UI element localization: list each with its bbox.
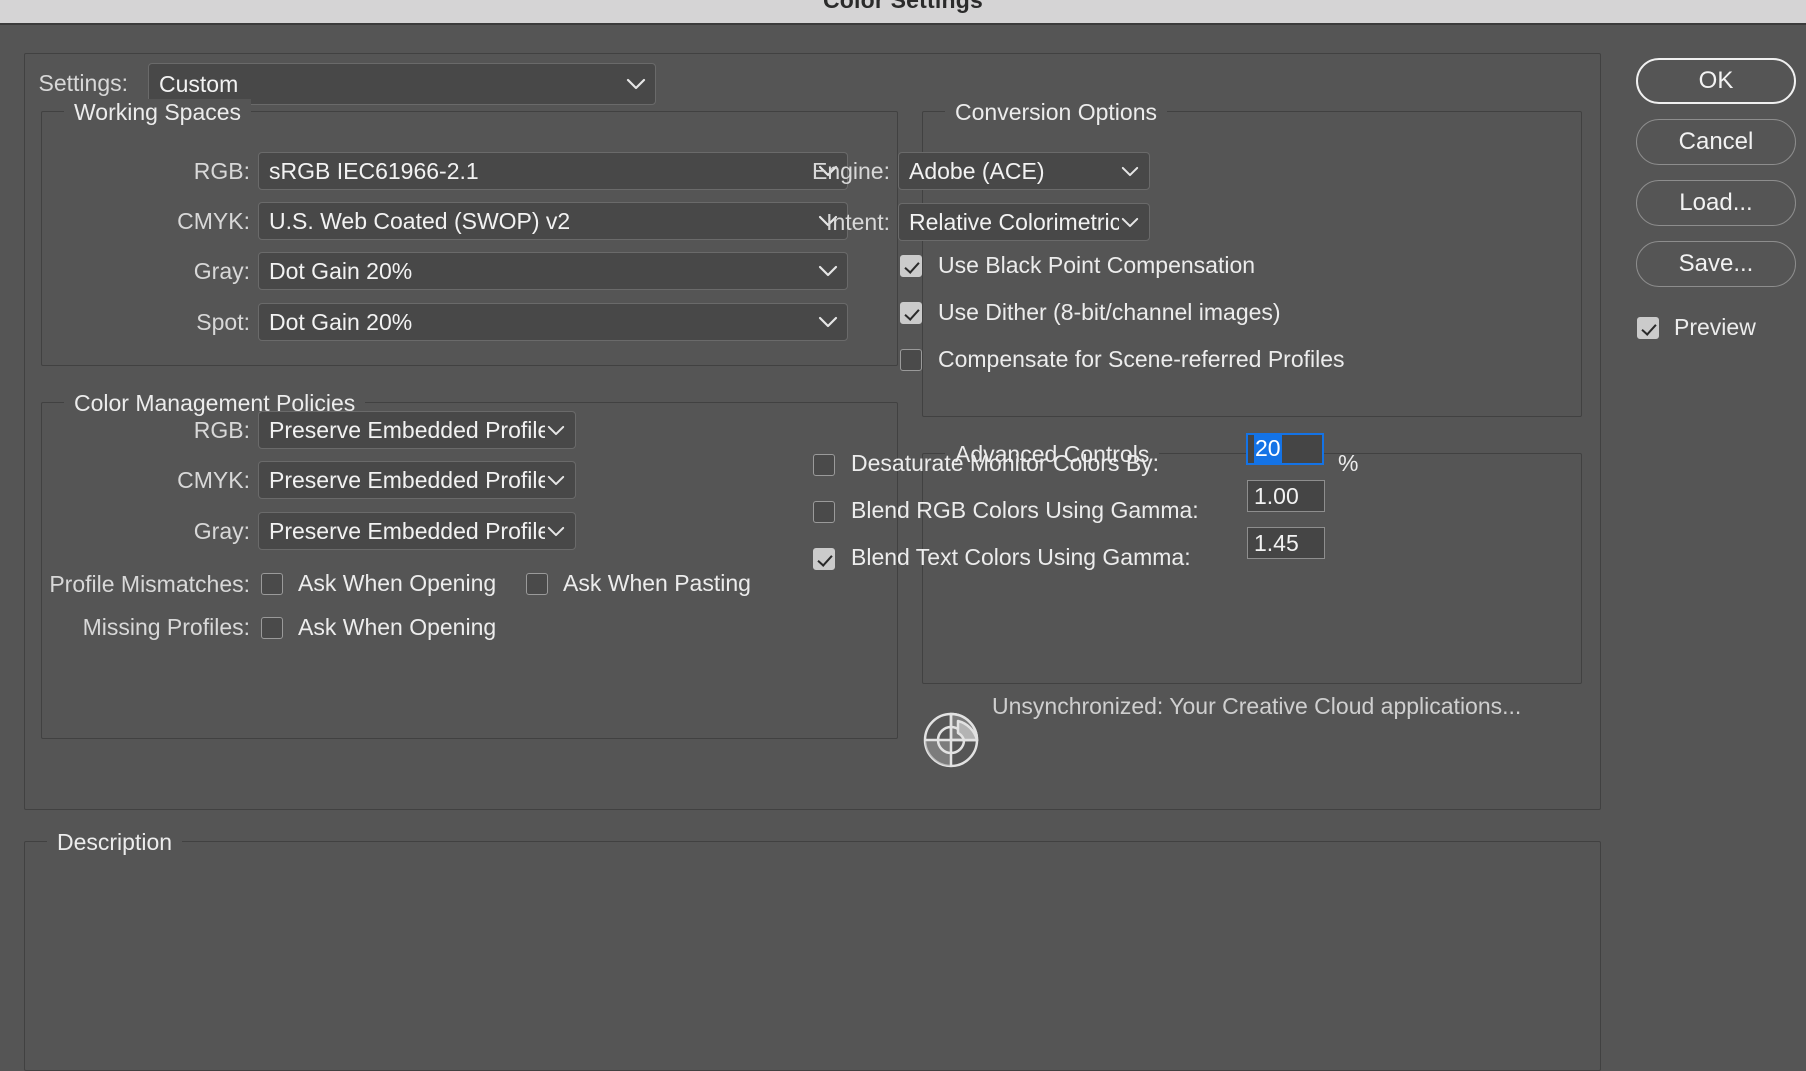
working-spaces-spot-value: Dot Gain 20% <box>269 308 413 335</box>
blend-rgb-colors-using-gamma-checkbox[interactable] <box>813 501 835 523</box>
chevron-down-icon <box>817 253 839 289</box>
window-titlebar: Color Settings <box>0 0 1806 25</box>
missing-profiles-ask-when-opening-checkbox[interactable] <box>261 617 283 639</box>
intent-dropdown[interactable]: Relative Colorimetric <box>898 203 1150 241</box>
desaturate-monitor-colors-label: Desaturate Monitor Colors By: <box>851 450 1160 476</box>
conversion-options-legend: Conversion Options <box>945 99 1167 125</box>
settings-label: Settings: <box>38 70 129 96</box>
chevron-down-icon <box>545 462 567 498</box>
blend-text-gamma-input[interactable]: 1.45 <box>1247 527 1325 559</box>
policy-gray-label: Gray: <box>193 518 250 544</box>
blend-text-colors-using-gamma-checkbox[interactable] <box>813 548 835 570</box>
chevron-down-icon <box>1119 204 1141 240</box>
policy-gray-value: Preserve Embedded Profiles <box>269 517 545 544</box>
missing-profiles-ask-when-opening-label: Ask When Opening <box>298 614 497 640</box>
working-spaces-gray-label: Gray: <box>193 258 250 284</box>
desaturate-monitor-colors-input[interactable]: 20 <box>1246 433 1324 465</box>
blend-text-gamma-value: 1.45 <box>1254 529 1299 556</box>
policy-rgb-dropdown[interactable]: Preserve Embedded Profiles <box>258 411 576 449</box>
policy-rgb-label: RGB: <box>193 417 250 443</box>
chevron-down-icon <box>817 304 839 340</box>
chevron-down-icon <box>1119 153 1141 189</box>
use-black-point-compensation-label: Use Black Point Compensation <box>938 252 1256 278</box>
blend-rgb-gamma-input[interactable]: 1.00 <box>1247 480 1325 512</box>
working-spaces-cmyk-value: U.S. Web Coated (SWOP) v2 <box>269 207 571 234</box>
policy-cmyk-label: CMYK: <box>177 467 250 493</box>
profile-mismatches-ask-when-pasting-label: Ask When Pasting <box>563 570 751 596</box>
use-dither-checkbox[interactable] <box>900 302 922 324</box>
cancel-button[interactable]: Cancel <box>1636 119 1796 165</box>
working-spaces-spot-label: Spot: <box>196 309 250 335</box>
working-spaces-gray-dropdown[interactable]: Dot Gain 20% <box>258 252 848 290</box>
working-spaces-gray-value: Dot Gain 20% <box>269 257 413 284</box>
working-spaces-cmyk-label: CMYK: <box>177 208 250 234</box>
compensate-scene-referred-profiles-checkbox[interactable] <box>900 349 922 371</box>
profile-mismatches-ask-when-opening-label: Ask When Opening <box>298 570 497 596</box>
engine-label: Engine: <box>811 158 890 184</box>
missing-profiles-label: Missing Profiles: <box>82 614 250 640</box>
engine-value: Adobe (ACE) <box>909 157 1045 184</box>
blend-rgb-colors-using-gamma-label: Blend RGB Colors Using Gamma: <box>851 497 1199 523</box>
working-spaces-spot-dropdown[interactable]: Dot Gain 20% <box>258 303 848 341</box>
settings-dropdown-value: Custom <box>159 70 239 97</box>
description-group: Description <box>24 829 1601 1071</box>
working-spaces-rgb-value: sRGB IEC61966-2.1 <box>269 157 479 184</box>
color-settings-dialog: Settings: Custom Working Spaces RGB: sRG… <box>0 25 1806 1071</box>
policy-rgb-value: Preserve Embedded Profiles <box>269 416 545 443</box>
profile-mismatches-label: Profile Mismatches: <box>49 571 250 597</box>
policy-cmyk-dropdown[interactable]: Preserve Embedded Profiles <box>258 461 576 499</box>
save-button[interactable]: Save... <box>1636 241 1796 287</box>
desaturate-percent-unit: % <box>1338 450 1359 476</box>
intent-value: Relative Colorimetric <box>909 208 1119 235</box>
blend-rgb-gamma-value: 1.00 <box>1254 482 1299 509</box>
chevron-down-icon <box>625 64 647 104</box>
chevron-down-icon <box>545 513 567 549</box>
compensate-scene-referred-profiles-label: Compensate for Scene-referred Profiles <box>938 346 1345 372</box>
preview-checkbox[interactable] <box>1637 317 1659 339</box>
policy-gray-dropdown[interactable]: Preserve Embedded Profiles <box>258 512 576 550</box>
sync-status-row: Unsynchronized: Your Creative Cloud appl… <box>922 693 1582 773</box>
use-black-point-compensation-checkbox[interactable] <box>900 255 922 277</box>
profile-mismatches-ask-when-opening-checkbox[interactable] <box>261 573 283 595</box>
working-spaces-legend: Working Spaces <box>64 99 252 125</box>
load-button[interactable]: Load... <box>1636 180 1796 226</box>
working-spaces-rgb-label: RGB: <box>193 158 250 184</box>
working-spaces-cmyk-dropdown[interactable]: U.S. Web Coated (SWOP) v2 <box>258 202 848 240</box>
sync-status-message: Unsynchronized: Your Creative Cloud appl… <box>992 693 1522 719</box>
ok-button[interactable]: OK <box>1636 58 1796 104</box>
blend-text-colors-using-gamma-label: Blend Text Colors Using Gamma: <box>851 544 1191 570</box>
preview-label: Preview <box>1674 314 1756 340</box>
engine-dropdown[interactable]: Adobe (ACE) <box>898 152 1150 190</box>
desaturate-monitor-colors-value: 20 <box>1254 434 1282 464</box>
color-sync-pie-icon <box>922 707 984 774</box>
policy-cmyk-value: Preserve Embedded Profiles <box>269 466 545 493</box>
desaturate-monitor-colors-checkbox[interactable] <box>813 454 835 476</box>
chevron-down-icon <box>545 412 567 448</box>
use-dither-label: Use Dither (8-bit/channel images) <box>938 299 1281 325</box>
profile-mismatches-ask-when-pasting-checkbox[interactable] <box>526 573 548 595</box>
description-legend: Description <box>47 829 183 855</box>
intent-label: Intent: <box>826 209 890 235</box>
window-title: Color Settings <box>823 0 983 13</box>
working-spaces-rgb-dropdown[interactable]: sRGB IEC61966-2.1 <box>258 152 848 190</box>
